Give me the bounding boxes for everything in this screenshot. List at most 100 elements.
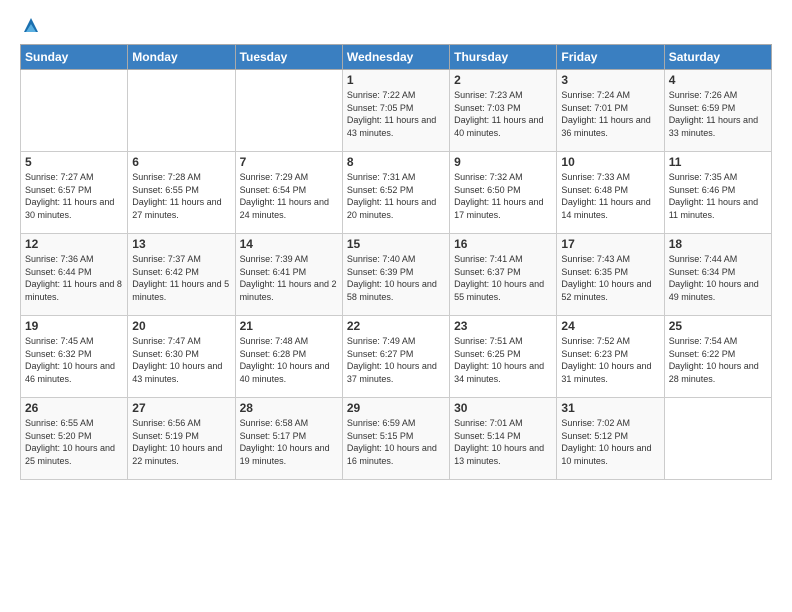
day-of-week-header: Monday bbox=[128, 45, 235, 70]
day-number: 21 bbox=[240, 319, 338, 333]
day-number: 30 bbox=[454, 401, 552, 415]
day-info: Sunrise: 7:43 AM Sunset: 6:35 PM Dayligh… bbox=[561, 253, 659, 303]
day-number: 10 bbox=[561, 155, 659, 169]
day-number: 5 bbox=[25, 155, 123, 169]
day-number: 15 bbox=[347, 237, 445, 251]
day-number: 25 bbox=[669, 319, 767, 333]
day-number: 20 bbox=[132, 319, 230, 333]
calendar-day-cell: 25 Sunrise: 7:54 AM Sunset: 6:22 PM Dayli… bbox=[664, 316, 771, 398]
logo-icon bbox=[22, 16, 40, 34]
day-info: Sunrise: 7:49 AM Sunset: 6:27 PM Dayligh… bbox=[347, 335, 445, 385]
day-info: Sunrise: 7:52 AM Sunset: 6:23 PM Dayligh… bbox=[561, 335, 659, 385]
logo bbox=[20, 16, 40, 36]
day-number: 1 bbox=[347, 73, 445, 87]
day-of-week-header: Thursday bbox=[450, 45, 557, 70]
day-number: 3 bbox=[561, 73, 659, 87]
day-info: Sunrise: 7:31 AM Sunset: 6:52 PM Dayligh… bbox=[347, 171, 445, 221]
day-info: Sunrise: 6:59 AM Sunset: 5:15 PM Dayligh… bbox=[347, 417, 445, 467]
calendar-day-cell: 12Sunrise: 7:36 AM Sunset: 6:44 PM Dayli… bbox=[21, 234, 128, 316]
header bbox=[20, 16, 772, 36]
calendar-day-cell: 22 Sunrise: 7:49 AM Sunset: 6:27 PM Dayli… bbox=[342, 316, 449, 398]
day-number: 19 bbox=[25, 319, 123, 333]
day-info: Sunrise: 7:36 AM Sunset: 6:44 PM Dayligh… bbox=[25, 253, 123, 303]
calendar-day-cell: 11 Sunrise: 7:35 AM Sunset: 6:46 PM Dayli… bbox=[664, 152, 771, 234]
calendar-week-row: 1 Sunrise: 7:22 AM Sunset: 7:05 PM Daylig… bbox=[21, 70, 772, 152]
calendar-day-cell: 15 Sunrise: 7:40 AM Sunset: 6:39 PM Dayli… bbox=[342, 234, 449, 316]
day-number: 24 bbox=[561, 319, 659, 333]
calendar-week-row: 26 Sunrise: 6:55 AM Sunset: 5:20 PM Dayli… bbox=[21, 398, 772, 480]
calendar-day-cell bbox=[664, 398, 771, 480]
calendar-day-cell bbox=[235, 70, 342, 152]
day-info: Sunrise: 7:26 AM Sunset: 6:59 PM Dayligh… bbox=[669, 89, 767, 139]
day-info: Sunrise: 7:28 AM Sunset: 6:55 PM Dayligh… bbox=[132, 171, 230, 221]
calendar-day-cell: 9Sunrise: 7:32 AM Sunset: 6:50 PM Daylig… bbox=[450, 152, 557, 234]
day-number: 13 bbox=[132, 237, 230, 251]
day-info: Sunrise: 7:02 AM Sunset: 5:12 PM Dayligh… bbox=[561, 417, 659, 467]
day-number: 6 bbox=[132, 155, 230, 169]
day-of-week-header: Saturday bbox=[664, 45, 771, 70]
day-info: Sunrise: 7:33 AM Sunset: 6:48 PM Dayligh… bbox=[561, 171, 659, 221]
day-info: Sunrise: 6:58 AM Sunset: 5:17 PM Dayligh… bbox=[240, 417, 338, 467]
day-number: 14 bbox=[240, 237, 338, 251]
calendar-day-cell: 5Sunrise: 7:27 AM Sunset: 6:57 PM Daylig… bbox=[21, 152, 128, 234]
calendar-day-cell: 31 Sunrise: 7:02 AM Sunset: 5:12 PM Dayli… bbox=[557, 398, 664, 480]
day-info: Sunrise: 6:55 AM Sunset: 5:20 PM Dayligh… bbox=[25, 417, 123, 467]
day-info: Sunrise: 7:39 AM Sunset: 6:41 PM Dayligh… bbox=[240, 253, 338, 303]
day-number: 29 bbox=[347, 401, 445, 415]
calendar-day-cell: 16 Sunrise: 7:41 AM Sunset: 6:37 PM Dayli… bbox=[450, 234, 557, 316]
day-number: 9 bbox=[454, 155, 552, 169]
calendar-day-cell: 28 Sunrise: 6:58 AM Sunset: 5:17 PM Dayli… bbox=[235, 398, 342, 480]
calendar-week-row: 5Sunrise: 7:27 AM Sunset: 6:57 PM Daylig… bbox=[21, 152, 772, 234]
calendar-day-cell bbox=[21, 70, 128, 152]
calendar-day-cell: 13Sunrise: 7:37 AM Sunset: 6:42 PM Dayli… bbox=[128, 234, 235, 316]
day-number: 27 bbox=[132, 401, 230, 415]
day-info: Sunrise: 7:47 AM Sunset: 6:30 PM Dayligh… bbox=[132, 335, 230, 385]
day-number: 8 bbox=[347, 155, 445, 169]
calendar-day-cell: 6 Sunrise: 7:28 AM Sunset: 6:55 PM Daylig… bbox=[128, 152, 235, 234]
calendar-day-cell: 30 Sunrise: 7:01 AM Sunset: 5:14 PM Dayli… bbox=[450, 398, 557, 480]
calendar-week-row: 19 Sunrise: 7:45 AM Sunset: 6:32 PM Dayli… bbox=[21, 316, 772, 398]
day-info: Sunrise: 7:01 AM Sunset: 5:14 PM Dayligh… bbox=[454, 417, 552, 467]
calendar-day-cell: 17Sunrise: 7:43 AM Sunset: 6:35 PM Dayli… bbox=[557, 234, 664, 316]
calendar-day-cell: 20 Sunrise: 7:47 AM Sunset: 6:30 PM Dayli… bbox=[128, 316, 235, 398]
calendar-header-row: SundayMondayTuesdayWednesdayThursdayFrid… bbox=[21, 45, 772, 70]
day-info: Sunrise: 7:51 AM Sunset: 6:25 PM Dayligh… bbox=[454, 335, 552, 385]
page: SundayMondayTuesdayWednesdayThursdayFrid… bbox=[0, 0, 792, 496]
calendar-day-cell: 29 Sunrise: 6:59 AM Sunset: 5:15 PM Dayli… bbox=[342, 398, 449, 480]
day-of-week-header: Tuesday bbox=[235, 45, 342, 70]
day-of-week-header: Sunday bbox=[21, 45, 128, 70]
day-info: Sunrise: 7:54 AM Sunset: 6:22 PM Dayligh… bbox=[669, 335, 767, 385]
calendar-day-cell: 10 Sunrise: 7:33 AM Sunset: 6:48 PM Dayli… bbox=[557, 152, 664, 234]
calendar-table: SundayMondayTuesdayWednesdayThursdayFrid… bbox=[20, 44, 772, 480]
day-number: 28 bbox=[240, 401, 338, 415]
day-number: 7 bbox=[240, 155, 338, 169]
day-info: Sunrise: 7:40 AM Sunset: 6:39 PM Dayligh… bbox=[347, 253, 445, 303]
day-number: 23 bbox=[454, 319, 552, 333]
day-of-week-header: Wednesday bbox=[342, 45, 449, 70]
day-number: 26 bbox=[25, 401, 123, 415]
calendar-week-row: 12Sunrise: 7:36 AM Sunset: 6:44 PM Dayli… bbox=[21, 234, 772, 316]
calendar-day-cell bbox=[128, 70, 235, 152]
day-info: Sunrise: 7:41 AM Sunset: 6:37 PM Dayligh… bbox=[454, 253, 552, 303]
day-of-week-header: Friday bbox=[557, 45, 664, 70]
calendar-day-cell: 19 Sunrise: 7:45 AM Sunset: 6:32 PM Dayli… bbox=[21, 316, 128, 398]
calendar-day-cell: 24 Sunrise: 7:52 AM Sunset: 6:23 PM Dayli… bbox=[557, 316, 664, 398]
day-number: 16 bbox=[454, 237, 552, 251]
calendar-day-cell: 1 Sunrise: 7:22 AM Sunset: 7:05 PM Daylig… bbox=[342, 70, 449, 152]
day-info: Sunrise: 7:45 AM Sunset: 6:32 PM Dayligh… bbox=[25, 335, 123, 385]
day-number: 31 bbox=[561, 401, 659, 415]
day-info: Sunrise: 7:48 AM Sunset: 6:28 PM Dayligh… bbox=[240, 335, 338, 385]
day-number: 11 bbox=[669, 155, 767, 169]
calendar-day-cell: 2Sunrise: 7:23 AM Sunset: 7:03 PM Daylig… bbox=[450, 70, 557, 152]
day-info: Sunrise: 7:22 AM Sunset: 7:05 PM Dayligh… bbox=[347, 89, 445, 139]
day-number: 2 bbox=[454, 73, 552, 87]
calendar-day-cell: 21 Sunrise: 7:48 AM Sunset: 6:28 PM Dayli… bbox=[235, 316, 342, 398]
day-number: 18 bbox=[669, 237, 767, 251]
calendar-day-cell: 23 Sunrise: 7:51 AM Sunset: 6:25 PM Dayli… bbox=[450, 316, 557, 398]
calendar-day-cell: 14 Sunrise: 7:39 AM Sunset: 6:41 PM Dayli… bbox=[235, 234, 342, 316]
day-info: Sunrise: 7:35 AM Sunset: 6:46 PM Dayligh… bbox=[669, 171, 767, 221]
day-number: 4 bbox=[669, 73, 767, 87]
calendar-day-cell: 8 Sunrise: 7:31 AM Sunset: 6:52 PM Daylig… bbox=[342, 152, 449, 234]
day-number: 22 bbox=[347, 319, 445, 333]
day-info: Sunrise: 7:24 AM Sunset: 7:01 PM Dayligh… bbox=[561, 89, 659, 139]
